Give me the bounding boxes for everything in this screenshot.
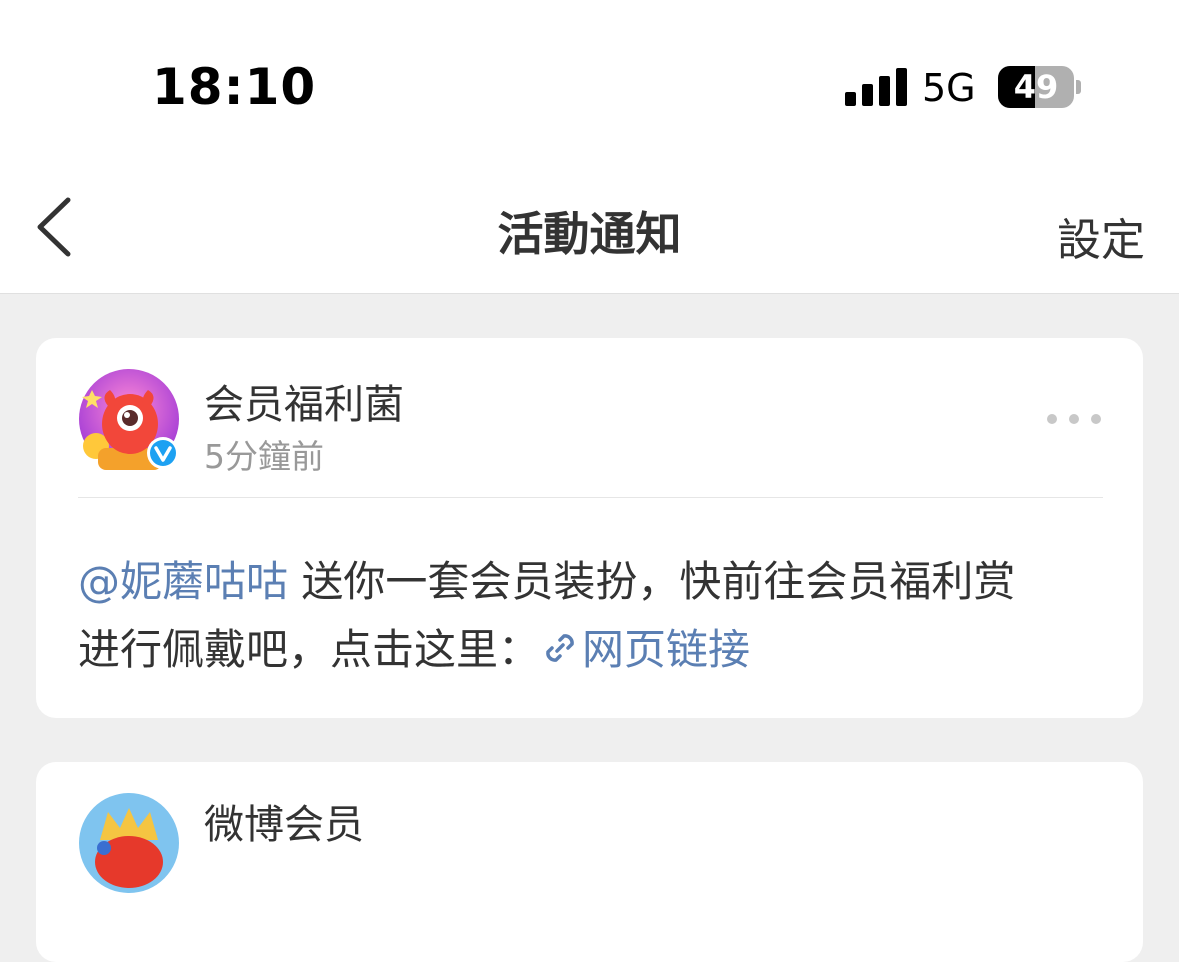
web-link[interactable]: 网页链接 xyxy=(540,625,750,674)
message-text-2: 进行佩戴吧，点击这里： xyxy=(78,625,541,674)
battery-cap xyxy=(1076,80,1081,94)
signal-icon xyxy=(845,68,907,106)
divider xyxy=(78,497,1103,498)
message-line-2: 进行佩戴吧，点击这里： 网页链接 xyxy=(78,616,1109,684)
notification-card: 微博会员 xyxy=(36,762,1143,962)
timestamp: 5分鐘前 xyxy=(204,437,324,476)
sender-name[interactable]: 会员福利菌 xyxy=(204,372,404,430)
settings-button[interactable]: 設定 xyxy=(1057,204,1145,268)
more-dots-icon xyxy=(1047,414,1057,424)
nav-bar: 活動通知 設定 xyxy=(0,160,1179,294)
avatar[interactable] xyxy=(78,792,180,894)
message-text-1: 送你一套会员装扮，快前往会员福利赏 xyxy=(288,557,1016,606)
avatar[interactable] xyxy=(78,368,180,470)
notification-message: @妮蘑咕咕 送你一套会员装扮，快前往会员福利赏 进行佩戴吧，点击这里： 网页链接 xyxy=(78,548,1109,684)
notification-card: 会员福利菌 5分鐘前 @妮蘑咕咕 送你一套会员装扮，快前往会员福利赏 进行佩戴吧… xyxy=(36,338,1143,718)
user-mention-link[interactable]: @妮蘑咕咕 xyxy=(78,557,288,606)
verified-badge-icon xyxy=(147,437,179,469)
status-bar: 18:10 5G 49 xyxy=(0,0,1179,160)
battery-level: 49 xyxy=(1013,68,1059,106)
web-link-label: 网页链接 xyxy=(582,625,751,674)
sender-name[interactable]: 微博会员 xyxy=(204,792,364,850)
battery-icon: 49 xyxy=(998,66,1074,108)
network-type: 5G xyxy=(922,66,976,110)
status-time: 18:10 xyxy=(152,58,317,116)
link-icon xyxy=(546,634,574,662)
more-button[interactable] xyxy=(1047,412,1103,426)
page-title: 活動通知 xyxy=(497,207,682,261)
message-line-1: @妮蘑咕咕 送你一套会员装扮，快前往会员福利赏 xyxy=(78,548,1109,616)
